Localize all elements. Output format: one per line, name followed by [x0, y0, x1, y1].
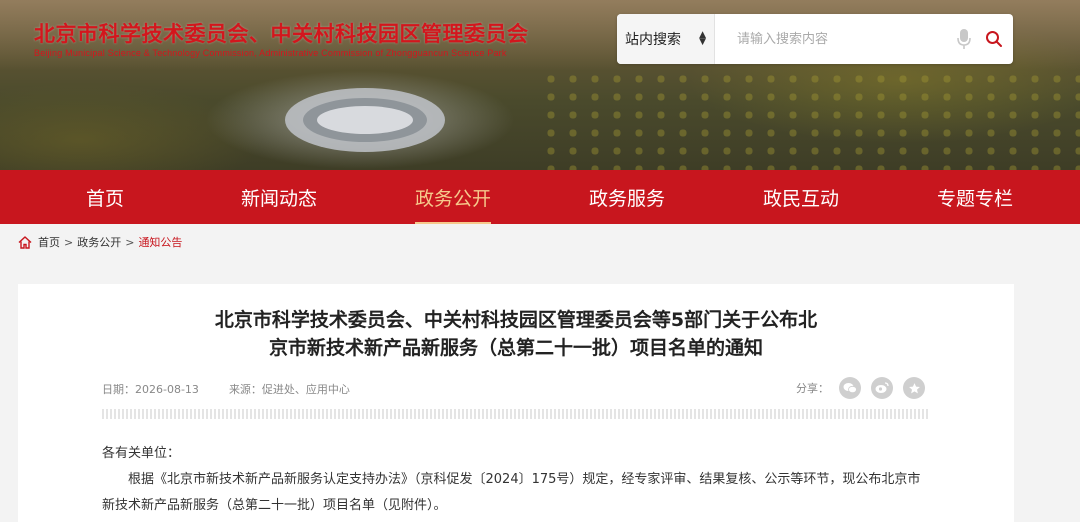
breadcrumb-gov-open[interactable]: 政务公开 — [77, 234, 121, 250]
nav-item-home[interactable]: 首页 — [35, 170, 175, 224]
nav-item-gov-open[interactable]: 政务公开 — [383, 170, 523, 224]
wechat-icon[interactable] — [839, 377, 861, 399]
nav-item-special[interactable]: 专题专栏 — [905, 170, 1045, 224]
main-nav: 首页 新闻动态 政务公开 政务服务 政民互动 专题专栏 — [0, 170, 1080, 224]
search-scope-label: 站内搜索 — [625, 32, 681, 48]
article-title-line2: 京市新技术新产品新服务（总第二十一批）项目名单的通知 — [268, 337, 763, 359]
meta-divider — [102, 409, 930, 419]
site-subtitle: Beijing Municipal Science & Technology C… — [34, 48, 507, 58]
article-paragraph: 根据《北京市新技术新产品新服务认定支持办法》（京科促发〔2024〕175号）规定… — [102, 472, 921, 513]
nav-item-interaction[interactable]: 政民互动 — [731, 170, 871, 224]
breadcrumb: 首页 > 政务公开 > 通知公告 — [18, 233, 182, 251]
weibo-icon[interactable] — [871, 377, 893, 399]
header-banner: 北京市科学技术委员会、中关村科技园区管理委员会 Beijing Municipa… — [0, 0, 1080, 170]
home-icon[interactable] — [18, 235, 32, 249]
site-title: 北京市科学技术委员会、中关村科技园区管理委员会 — [34, 22, 529, 46]
search-scope-select[interactable]: 站内搜索 ▲ ▼ — [617, 14, 715, 64]
stadium-illustration — [285, 88, 445, 152]
nav-item-gov-service[interactable]: 政务服务 — [557, 170, 697, 224]
breadcrumb-separator: > — [64, 235, 74, 249]
microphone-icon[interactable] — [949, 14, 979, 64]
article-date: 日期：2026-08-13 — [102, 383, 199, 396]
search-input[interactable] — [715, 14, 949, 64]
article-title-line1: 北京市科学技术委员会、中关村科技园区管理委员会等5部门关于公布北 — [214, 309, 818, 331]
share-label: 分享： — [796, 382, 829, 395]
search-bar: 站内搜索 ▲ ▼ — [617, 14, 1013, 64]
article-card: 北京市科学技术委员会、中关村科技园区管理委员会等5部门关于公布北 京市新技术新产… — [18, 284, 1014, 522]
breadcrumb-home[interactable]: 首页 — [38, 234, 60, 250]
breadcrumb-current[interactable]: 通知公告 — [138, 234, 182, 250]
updown-arrows-icon: ▲ ▼ — [699, 30, 706, 47]
article-body: 各有关单位： 根据《北京市新技术新产品新服务认定支持办法》（京科促发〔2024〕… — [102, 441, 932, 519]
article-title: 北京市科学技术委员会、中关村科技园区管理委员会等5部门关于公布北 京市新技术新产… — [108, 306, 924, 362]
article-greeting: 各有关单位： — [102, 446, 181, 461]
article-meta: 日期：2026-08-13 来源：促进处、应用中心 — [102, 381, 350, 397]
nav-item-news[interactable]: 新闻动态 — [209, 170, 349, 224]
share-bar: 分享： — [796, 377, 925, 399]
star-favorite-icon[interactable] — [903, 377, 925, 399]
breadcrumb-separator: > — [125, 235, 135, 249]
article-source: 来源：促进处、应用中心 — [228, 383, 350, 396]
search-icon[interactable] — [979, 14, 1009, 64]
banner-trees — [540, 70, 1080, 170]
